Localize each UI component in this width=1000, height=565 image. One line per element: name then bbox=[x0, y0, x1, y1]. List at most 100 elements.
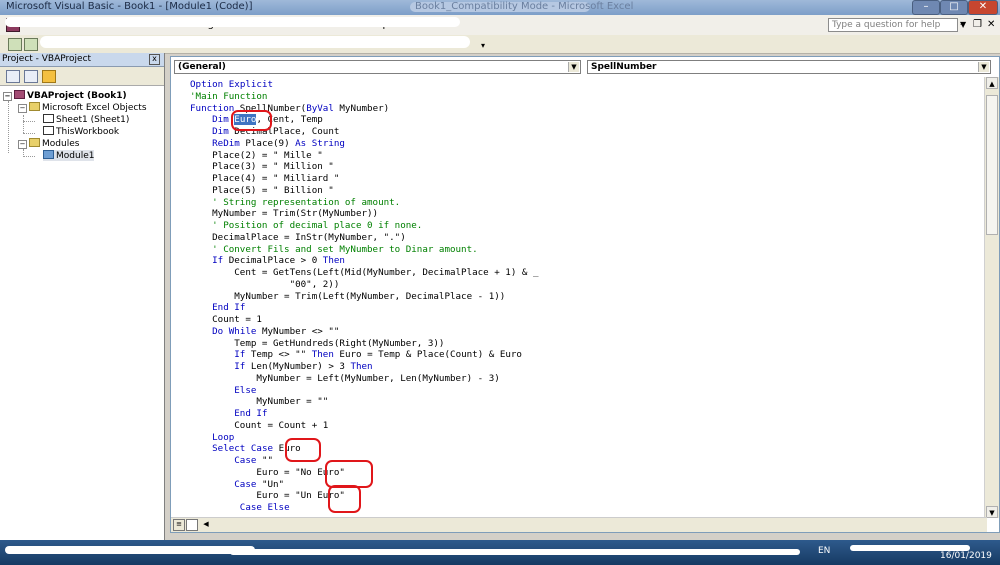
scroll-down-icon[interactable]: ▼ bbox=[986, 506, 998, 518]
code-line[interactable]: Place(5) = " Billion " bbox=[190, 185, 334, 196]
view-excel-button[interactable] bbox=[8, 38, 22, 51]
tree-item-modules[interactable]: − Modules bbox=[18, 138, 79, 149]
code-line[interactable]: Place(2) = " Mille " bbox=[190, 150, 323, 161]
clock-date[interactable]: 16/01/2019 bbox=[940, 551, 992, 561]
code-line[interactable]: 'Main Function bbox=[190, 91, 267, 102]
code-line[interactable]: "00", 2)) bbox=[190, 279, 340, 290]
code-line[interactable]: Dim DecimalPlace, Count bbox=[190, 126, 339, 137]
tree-item-vbaproject[interactable]: − VBAProject (Book1) bbox=[3, 90, 127, 101]
project-explorer-title: Project - VBAProject x bbox=[0, 53, 164, 67]
code-line[interactable]: Cent = GetTens(Left(Mid(MyNumber, Decima… bbox=[190, 267, 538, 278]
code-line[interactable]: Case Else bbox=[190, 502, 290, 513]
toolbar-redaction bbox=[40, 36, 470, 48]
code-line[interactable]: Count = 1 bbox=[190, 314, 262, 325]
code-line[interactable]: Place(3) = " Million " bbox=[190, 161, 334, 172]
code-line[interactable]: If Len(MyNumber) > 3 Then bbox=[190, 361, 372, 372]
taskbar-redaction bbox=[230, 549, 800, 555]
collapse-icon[interactable]: − bbox=[18, 140, 27, 149]
toolbar-options-icon[interactable]: ▾ bbox=[481, 41, 485, 50]
code-line[interactable]: Count = Count + 1 bbox=[190, 420, 328, 431]
menu-redaction bbox=[5, 17, 460, 27]
code-line[interactable]: MyNumber = Left(MyNumber, Len(MyNumber) … bbox=[190, 373, 499, 384]
code-line[interactable]: MyNumber = "" bbox=[190, 396, 328, 407]
mdi-minimize-button[interactable]: – bbox=[960, 19, 965, 30]
code-line[interactable]: Else bbox=[190, 385, 256, 396]
language-indicator[interactable]: EN bbox=[818, 546, 830, 556]
view-object-button[interactable] bbox=[24, 70, 38, 83]
tree-item-thisworkbook[interactable]: ThisWorkbook bbox=[43, 126, 119, 137]
object-dropdown[interactable]: (General) ▼ bbox=[174, 60, 581, 74]
code-line[interactable]: Euro = "Un Euro" bbox=[190, 490, 345, 501]
procedure-dropdown-value: SpellNumber bbox=[591, 62, 657, 72]
insert-module-button[interactable] bbox=[24, 38, 38, 51]
code-line[interactable]: Case "Un" bbox=[190, 479, 284, 490]
code-line[interactable]: If DecimalPlace > 0 Then bbox=[190, 255, 345, 266]
tree-item-label: Sheet1 (Sheet1) bbox=[56, 115, 130, 125]
code-line[interactable]: DecimalPlace = InStr(MyNumber, ".") bbox=[190, 232, 406, 243]
tree-line bbox=[23, 115, 24, 133]
code-line[interactable]: End If bbox=[190, 302, 245, 313]
procedure-dropdown[interactable]: SpellNumber ▼ bbox=[587, 60, 991, 74]
code-line[interactable]: Place(4) = " Milliard " bbox=[190, 173, 339, 184]
mdi-close-button[interactable]: ✕ bbox=[987, 19, 995, 30]
tree-line bbox=[23, 156, 35, 157]
full-module-view-button[interactable] bbox=[186, 519, 198, 531]
scroll-thumb[interactable] bbox=[986, 95, 998, 235]
code-line[interactable]: If Temp <> "" Then Euro = Temp & Place(C… bbox=[190, 349, 522, 360]
folder-icon bbox=[29, 138, 40, 147]
maximize-button[interactable]: □ bbox=[940, 0, 968, 15]
dropdown-arrow-icon[interactable]: ▼ bbox=[978, 62, 989, 72]
tree-item-label: ThisWorkbook bbox=[56, 127, 120, 137]
collapse-icon[interactable]: − bbox=[18, 104, 27, 113]
tree-item-sheet1[interactable]: Sheet1 (Sheet1) bbox=[43, 114, 129, 125]
code-line[interactable]: Euro = "No Euro" bbox=[190, 467, 345, 478]
scroll-left-icon[interactable]: ◀ bbox=[201, 519, 211, 529]
standard-toolbar: ▾ bbox=[0, 35, 1000, 54]
project-explorer: Project - VBAProject x − VBAProject (Book… bbox=[0, 53, 165, 540]
vertical-scrollbar[interactable]: ▲ ▼ bbox=[984, 77, 999, 518]
code-line[interactable]: Dim Euro, Cent, Temp bbox=[190, 114, 323, 126]
code-window: (General) ▼ SpellNumber ▼ Option Explici… bbox=[170, 56, 1000, 533]
code-line[interactable]: MyNumber = Trim(Str(MyNumber)) bbox=[190, 208, 378, 219]
folder-icon bbox=[29, 102, 40, 111]
scroll-up-icon[interactable]: ▲ bbox=[986, 77, 998, 89]
code-line[interactable]: Loop bbox=[190, 432, 234, 443]
mdi-restore-button[interactable]: ❐ bbox=[973, 19, 982, 30]
horizontal-scrollbar[interactable]: ≡ ◀ bbox=[171, 517, 987, 532]
code-line[interactable]: Do While MyNumber <> "" bbox=[190, 326, 339, 337]
code-line[interactable]: MyNumber = Trim(Left(MyNumber, DecimalPl… bbox=[190, 291, 505, 302]
object-dropdown-value: (General) bbox=[178, 62, 226, 72]
procedure-view-button[interactable]: ≡ bbox=[173, 519, 185, 531]
code-line[interactable]: End If bbox=[190, 408, 267, 419]
dropdown-arrow-icon[interactable]: ▼ bbox=[568, 62, 579, 72]
minimize-button[interactable]: – bbox=[912, 0, 940, 15]
collapse-icon[interactable]: − bbox=[3, 92, 12, 101]
title-bar: Microsoft Visual Basic - Book1 - [Module… bbox=[0, 0, 1000, 15]
close-icon[interactable]: x bbox=[149, 54, 160, 65]
module-icon bbox=[43, 150, 54, 159]
vba-project-icon bbox=[14, 90, 25, 99]
close-window-button[interactable]: ✕ bbox=[968, 0, 998, 15]
code-line[interactable]: ReDim Place(9) As String bbox=[190, 138, 345, 149]
window-title-suffix: Book1_Compatibility Mode - Microsoft Exc… bbox=[415, 1, 634, 12]
help-search-input[interactable]: Type a question for help bbox=[828, 18, 958, 32]
code-line[interactable]: Case "" bbox=[190, 455, 273, 466]
code-line[interactable]: ' Convert Fils and set MyNumber to Dinar… bbox=[190, 244, 478, 255]
tree-item-label: Modules bbox=[42, 139, 80, 149]
tree-item-module1[interactable]: Module1 bbox=[43, 150, 95, 161]
project-explorer-title-text: Project - VBAProject bbox=[2, 54, 92, 64]
tree-item-label: Microsoft Excel Objects bbox=[42, 103, 147, 113]
code-line[interactable]: Function SpellNumber(ByVal MyNumber) bbox=[190, 103, 389, 114]
code-line[interactable]: Option Explicit bbox=[190, 79, 273, 90]
code-line[interactable]: ' String representation of amount. bbox=[190, 197, 400, 208]
code-line[interactable]: Temp = GetHundreds(Right(MyNumber, 3)) bbox=[190, 338, 444, 349]
toggle-folders-button[interactable] bbox=[42, 70, 56, 83]
code-line[interactable]: ' Position of decimal place 0 if none. bbox=[190, 220, 422, 231]
window-title: Microsoft Visual Basic - Book1 - [Module… bbox=[6, 1, 253, 12]
tree-line bbox=[23, 121, 35, 122]
code-line[interactable]: Select Case Euro bbox=[190, 443, 301, 454]
view-code-button[interactable] bbox=[6, 70, 20, 83]
project-toolbar bbox=[0, 67, 164, 86]
tree-item-excel-objects[interactable]: − Microsoft Excel Objects bbox=[18, 102, 147, 113]
code-editor[interactable]: Option Explicit 'Main Function Function Sp… bbox=[174, 77, 984, 518]
